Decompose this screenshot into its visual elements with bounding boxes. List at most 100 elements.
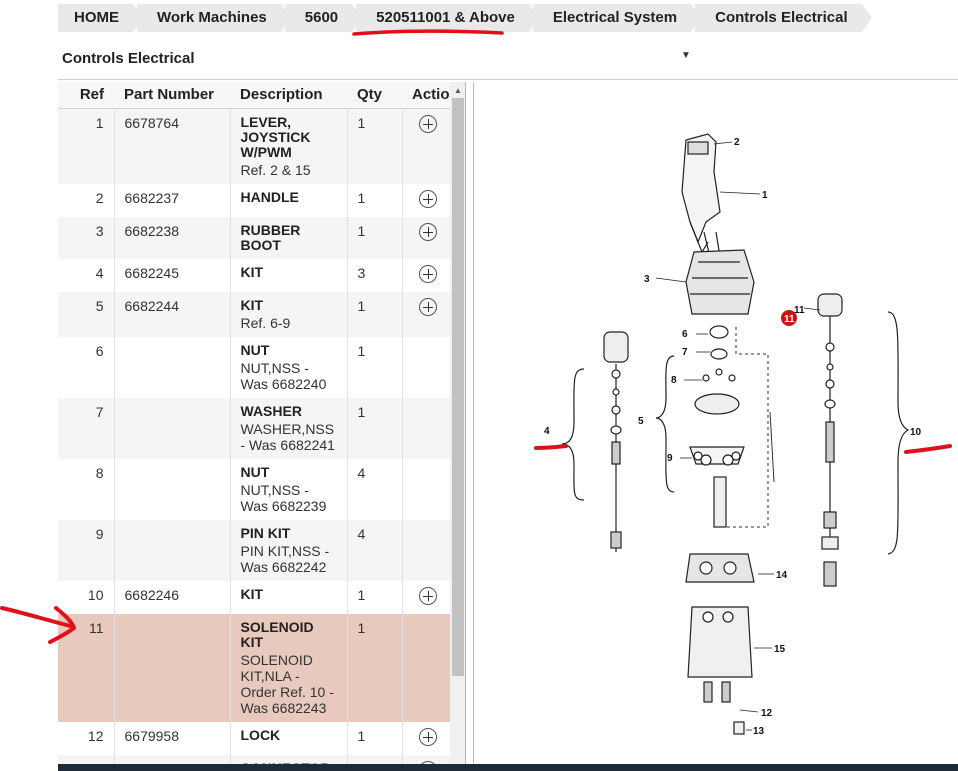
description-title: SOLENOID KIT <box>240 618 314 650</box>
callout-2: 2 <box>734 137 740 148</box>
section-dropdown-value: Controls Electrical <box>62 50 195 67</box>
column-header-qty[interactable]: Qty <box>347 82 402 109</box>
cell-part-number <box>113 613 230 722</box>
cell-qty: 4 <box>346 519 402 581</box>
column-header-description[interactable]: Description <box>230 82 347 109</box>
add-to-cart-plus-icon[interactable] <box>418 264 437 283</box>
cell-description: RUBBER BOOT <box>229 216 347 259</box>
column-header-part-number[interactable]: Part Number <box>114 82 230 109</box>
cell-action <box>401 519 450 581</box>
cell-qty: 1 <box>346 183 402 217</box>
cell-qty: 1 <box>346 108 402 184</box>
cell-action <box>401 291 450 337</box>
chevron-down-icon: ▼ <box>681 50 691 61</box>
cell-description: HANDLE <box>229 183 347 217</box>
callout-11: 11 <box>794 305 805 316</box>
description-title: LEVER, JOYSTICK W/PWM <box>240 113 311 160</box>
red-mark-annotation-10 <box>904 444 952 454</box>
description-detail: NUT,NSS - Was 6682239 <box>240 481 327 514</box>
table-row[interactable]: 12 6679958 LOCK 1 <box>58 721 450 755</box>
cell-action <box>401 258 450 292</box>
cell-part-number <box>113 397 230 459</box>
cell-ref: 7 <box>58 397 114 459</box>
add-to-cart-plus-icon[interactable] <box>418 586 437 605</box>
cell-ref: 5 <box>58 291 114 337</box>
cell-description: LEVER, JOYSTICK W/PWM Ref. 2 & 15 <box>229 108 347 184</box>
callout-5: 5 <box>638 416 644 427</box>
cell-ref: 1 <box>58 108 114 184</box>
cell-ref: 6 <box>58 336 114 398</box>
column-header-action[interactable]: Action <box>402 82 450 109</box>
description-title: LOCK <box>240 726 281 743</box>
cell-qty: 1 <box>346 580 402 614</box>
cell-part-number <box>113 458 230 520</box>
rubber-boot <box>685 249 755 315</box>
description-detail: Ref. 6-9 <box>240 314 291 331</box>
callout-14: 14 <box>776 570 788 581</box>
cell-ref: 3 <box>58 216 114 259</box>
table-row[interactable]: 2 6682237 HANDLE 1 <box>58 183 450 217</box>
cell-action <box>401 183 450 217</box>
cell-part-number <box>113 336 230 398</box>
housing-top <box>685 553 755 583</box>
table-row[interactable]: 4 6682245 KIT 3 <box>58 258 450 292</box>
breadcrumb-work-machines[interactable]: Work Machines <box>137 4 291 32</box>
washer-part <box>710 348 728 360</box>
scroll-up-arrow-icon[interactable]: ▲ <box>454 86 462 95</box>
cell-description: NUT NUT,NSS - Was 6682239 <box>229 458 347 520</box>
cell-description: KIT <box>229 258 347 292</box>
breadcrumb-model[interactable]: 5600 <box>284 4 363 32</box>
callout-4: 4 <box>544 426 550 437</box>
cell-action <box>401 108 450 184</box>
description-detail: Ref. 2 & 15 <box>240 161 311 178</box>
table-row[interactable]: 3 6682238 RUBBER BOOT 1 <box>58 216 450 259</box>
description-title: KIT <box>240 585 264 602</box>
cell-part-number <box>113 519 230 581</box>
add-to-cart-plus-icon[interactable] <box>418 222 437 241</box>
breadcrumb-home[interactable]: HOME <box>58 4 143 32</box>
cell-description: WASHER WASHER,NSS - Was 6682241 <box>229 397 347 459</box>
add-to-cart-plus-icon[interactable] <box>418 189 437 208</box>
cell-part-number: 6679958 <box>113 721 230 755</box>
table-row[interactable]: 5 6682244 KIT Ref. 6-9 1 <box>58 291 450 337</box>
callout-12: 12 <box>761 708 773 719</box>
table-row[interactable]: 6 NUT NUT,NSS - Was 6682240 1 <box>58 336 450 398</box>
add-to-cart-plus-icon[interactable] <box>418 297 437 316</box>
cell-action <box>401 721 450 755</box>
table-row[interactable]: 7 WASHER WASHER,NSS - Was 6682241 1 <box>58 397 450 459</box>
table-row[interactable]: 8 NUT NUT,NSS - Was 6682239 4 <box>58 458 450 520</box>
red-arrow-annotation <box>0 606 77 644</box>
scrollbar-thumb[interactable] <box>452 98 464 676</box>
callout-9: 9 <box>667 453 673 464</box>
table-row[interactable]: 1 6678764 LEVER, JOYSTICK W/PWM Ref. 2 & 15… <box>58 108 450 184</box>
add-to-cart-plus-icon[interactable] <box>418 114 437 133</box>
breadcrumb-electrical-system[interactable]: Electrical System <box>532 4 702 32</box>
cell-action <box>401 580 450 614</box>
column-header-ref[interactable]: Ref <box>58 82 114 109</box>
table-scrollbar[interactable]: ▲ <box>450 82 465 771</box>
table-row[interactable]: 9 PIN KIT PIN KIT,NSS - Was 6682242 4 <box>58 519 450 581</box>
breadcrumb-controls-electrical[interactable]: Controls Electrical <box>695 4 872 32</box>
add-to-cart-plus-icon[interactable] <box>418 727 437 746</box>
section-dropdown[interactable]: Controls Electrical ▼ <box>58 40 958 80</box>
description-title: WASHER <box>240 402 302 419</box>
cell-qty: 1 <box>346 613 402 722</box>
cell-ref: 9 <box>58 519 114 581</box>
callout-10: 10 <box>910 427 922 438</box>
callout-8: 8 <box>671 375 677 386</box>
description-detail: NUT,NSS - Was 6682240 <box>240 359 327 392</box>
cell-action <box>401 336 450 398</box>
plate-part <box>694 393 740 415</box>
callout-13: 13 <box>753 726 765 737</box>
diagram-divider <box>473 82 474 771</box>
cell-action <box>401 613 450 722</box>
table-row[interactable]: 10 6682246 KIT 1 <box>58 580 450 614</box>
exploded-parts-diagram: 2 1 3 4 5 6 7 8 9 10 11 11 12 13 14 15 <box>534 133 952 737</box>
table-row[interactable]: 11 SOLENOID KIT SOLENOID KIT,NLA - Order R… <box>58 613 450 722</box>
description-title: PIN KIT <box>240 524 291 541</box>
taskbar-strip <box>58 764 958 771</box>
nut-part <box>709 325 729 339</box>
cell-description: SOLENOID KIT SOLENOID KIT,NLA - Order Ref… <box>229 613 347 722</box>
cell-ref: 4 <box>58 258 114 292</box>
cell-part-number: 6682246 <box>113 580 230 614</box>
